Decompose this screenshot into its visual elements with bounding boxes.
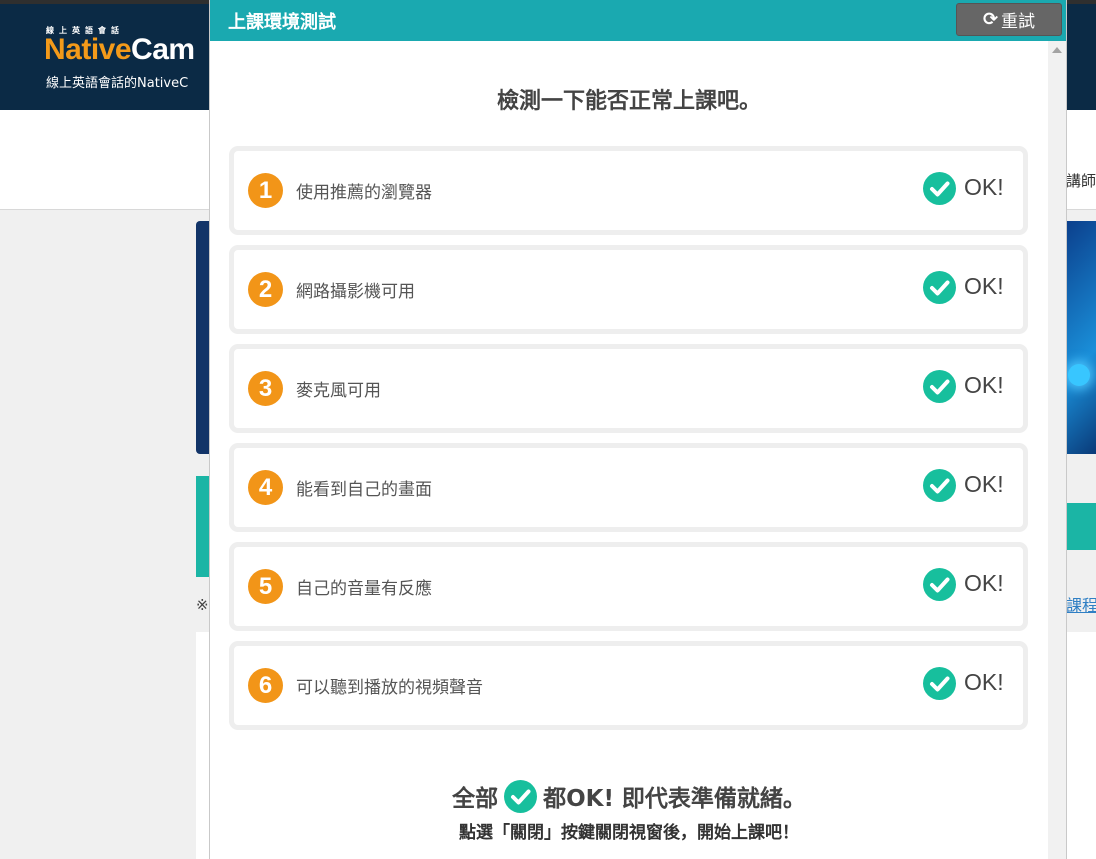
check-status-text: OK! bbox=[964, 174, 1004, 200]
teal-button-left-edge bbox=[196, 476, 210, 577]
retry-label: 重試 bbox=[1001, 12, 1036, 32]
check-status-text: OK! bbox=[964, 372, 1004, 398]
logo-tagline: 線上英語會話的NativeC bbox=[46, 76, 189, 91]
environment-test-modal: 上課環境測試 ⟳ 重試 檢測一下能否正常上課吧。 1 使用推薦的瀏覽器 OK! 2 網路… bbox=[209, 0, 1067, 859]
check-circle-icon bbox=[923, 568, 956, 601]
modal-title: 上課環境測試 bbox=[228, 12, 336, 33]
step-number-badge: 1 bbox=[248, 173, 283, 208]
scroll-up-arrow-icon[interactable] bbox=[1052, 47, 1062, 53]
check-item-label: 使用推薦的瀏覽器 bbox=[296, 183, 432, 203]
check-circle-icon bbox=[923, 667, 956, 700]
summary-line: 全部 都OK! 即代表準備就緒。 bbox=[210, 779, 1048, 813]
check-status-text: OK! bbox=[964, 669, 1004, 695]
step-number-badge: 4 bbox=[248, 470, 283, 505]
modal-body: 檢測一下能否正常上課吧。 1 使用推薦的瀏覽器 OK! 2 網路攝影機可用 OK! 3 麥克風… bbox=[210, 41, 1048, 859]
check-circle-icon bbox=[923, 271, 956, 304]
check-item-label: 網路攝影機可用 bbox=[296, 282, 415, 302]
course-link[interactable]: 課程 bbox=[1066, 592, 1096, 616]
instruction-text: 點選「關閉」按鍵關閉視窗後，開始上課吧！ bbox=[459, 823, 799, 843]
check-item-label: 能看到自己的畫面 bbox=[296, 480, 432, 500]
step-number-badge: 6 bbox=[248, 668, 283, 703]
check-circle-icon bbox=[923, 370, 956, 403]
check-status-text: OK! bbox=[964, 570, 1004, 596]
check-item: 2 網路攝影機可用 OK! bbox=[229, 245, 1028, 334]
intro-text: 檢測一下能否正常上課吧。 bbox=[496, 89, 761, 114]
check-circle-icon bbox=[923, 469, 956, 502]
check-item-label: 自己的音量有反應 bbox=[296, 579, 432, 599]
check-status-text: OK! bbox=[964, 273, 1004, 299]
banner-right-edge bbox=[1066, 221, 1096, 454]
refresh-icon: ⟳ bbox=[982, 9, 999, 30]
retry-button[interactable]: ⟳ 重試 bbox=[956, 3, 1062, 36]
step-number-badge: 2 bbox=[248, 272, 283, 307]
check-item: 5 自己的音量有反應 OK! bbox=[229, 542, 1028, 631]
logo-brand-cam: Cam bbox=[131, 33, 195, 66]
check-item: 3 麥克風可用 OK! bbox=[229, 344, 1028, 433]
modal-header: 上課環境測試 ⟳ 重試 bbox=[210, 0, 1066, 41]
check-item-label: 可以聽到播放的視頻聲音 bbox=[296, 678, 483, 698]
check-status-text: OK! bbox=[964, 471, 1004, 497]
site-logo[interactable]: NativeCam bbox=[44, 33, 195, 67]
check-item: 6 可以聽到播放的視頻聲音 OK! bbox=[229, 641, 1028, 730]
banner-glow bbox=[1068, 364, 1090, 386]
summary-suffix: 都OK! 即代表準備就緒。 bbox=[543, 786, 806, 812]
teal-button-right-edge[interactable] bbox=[1066, 503, 1096, 550]
check-item: 1 使用推薦的瀏覽器 OK! bbox=[229, 146, 1028, 235]
card-left-edge bbox=[196, 632, 210, 859]
check-circle-icon bbox=[504, 779, 538, 813]
step-number-badge: 3 bbox=[248, 371, 283, 406]
card-right-edge bbox=[1066, 632, 1096, 859]
summary-prefix: 全部 bbox=[452, 786, 499, 812]
check-item-label: 麥克風可用 bbox=[296, 381, 381, 401]
check-item: 4 能看到自己的畫面 OK! bbox=[229, 443, 1028, 532]
step-number-badge: 5 bbox=[248, 569, 283, 604]
nav-item-teachers[interactable]: 講師 bbox=[1066, 170, 1096, 191]
note-mark: ※ bbox=[196, 596, 209, 614]
scrollbar[interactable] bbox=[1048, 41, 1066, 859]
check-circle-icon bbox=[923, 172, 956, 205]
logo-brand-native: Native bbox=[44, 33, 132, 66]
